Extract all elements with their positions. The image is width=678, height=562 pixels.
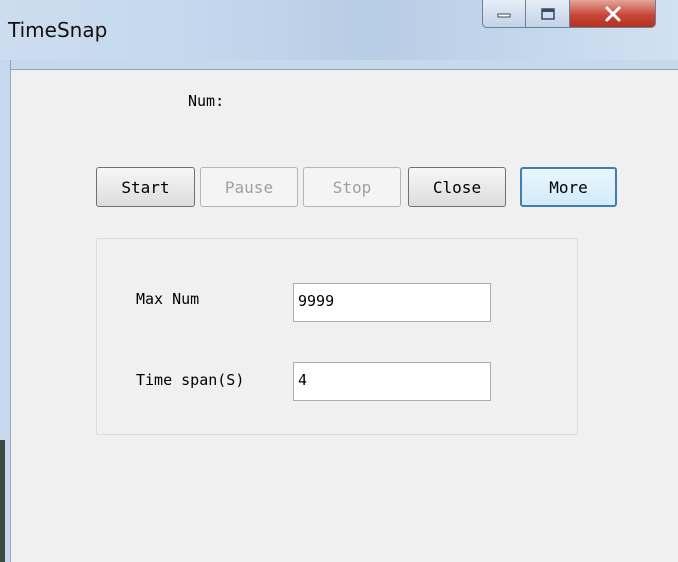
maximize-icon	[540, 7, 555, 20]
window-controls	[482, 0, 656, 30]
num-label: Num:	[188, 92, 225, 110]
time-span-input[interactable]: 4	[293, 362, 491, 401]
close-window-button[interactable]	[570, 0, 656, 28]
minimize-icon	[497, 13, 511, 17]
close-icon	[605, 6, 620, 21]
max-num-label: Max Num	[136, 290, 200, 308]
maximize-button[interactable]	[526, 0, 570, 28]
settings-panel	[96, 238, 578, 435]
window-frame-left	[0, 60, 11, 562]
frame-shadow	[0, 440, 5, 562]
max-num-input[interactable]: 9999	[293, 283, 491, 322]
more-button[interactable]: More	[520, 167, 617, 207]
window-title: TimeSnap	[8, 18, 108, 42]
minimize-button[interactable]	[482, 0, 526, 28]
start-button[interactable]: Start	[96, 167, 195, 207]
title-bar[interactable]: TimeSnap	[0, 0, 678, 60]
time-span-label: Time span(S)	[136, 371, 245, 389]
stop-button[interactable]: Stop	[303, 167, 401, 207]
window-frame-top	[11, 60, 678, 70]
close-button[interactable]: Close	[408, 167, 506, 207]
pause-button[interactable]: Pause	[200, 167, 298, 207]
